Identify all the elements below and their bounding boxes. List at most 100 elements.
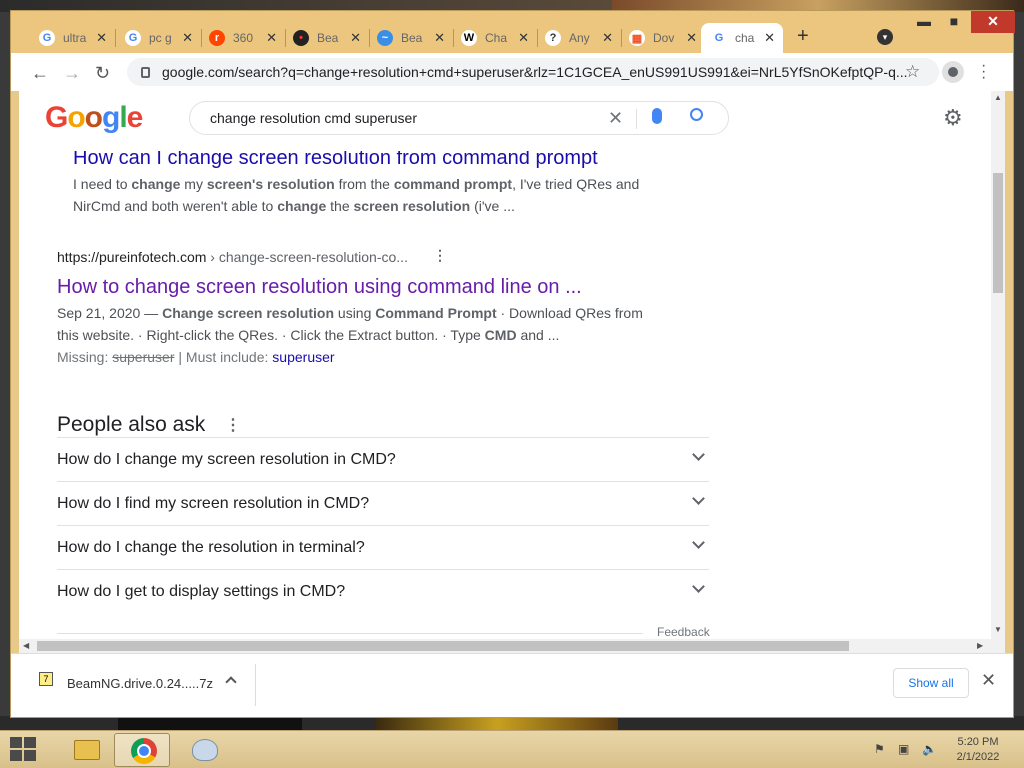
search-icon[interactable] <box>690 108 703 121</box>
paa-divider <box>57 633 643 634</box>
browser-tab[interactable]: ? Any ✕ <box>535 23 621 53</box>
tab-favicon-icon: • <box>293 30 309 46</box>
must-include-link[interactable]: superuser <box>272 349 334 365</box>
volume-icon[interactable]: 🔈 <box>922 742 937 756</box>
tab-favicon-icon: G <box>711 30 727 46</box>
download-filename[interactable]: BeamNG.drive.0.24.....7z <box>67 676 213 691</box>
bookmark-star-icon[interactable]: ☆ <box>905 62 920 82</box>
tab-favicon-icon: ? <box>545 30 561 46</box>
menu-kebab-icon[interactable]: · · · <box>981 58 986 86</box>
scroll-up-arrow[interactable]: ▲ <box>994 93 1002 102</box>
browser-tab[interactable]: r 360 ✕ <box>199 23 285 53</box>
paa-question[interactable]: How do I find my screen resolution in CM… <box>57 481 709 525</box>
result-options-icon[interactable]: ⋮ <box>433 247 447 264</box>
result-title[interactable]: How to change screen resolution using co… <box>57 276 582 299</box>
lock-icon <box>141 66 150 78</box>
chevron-down-icon[interactable] <box>692 536 705 549</box>
people-also-ask-heading: People also ask <box>57 413 206 436</box>
browser-tab[interactable]: Gpc g ✕ <box>115 23 201 53</box>
scroll-down-arrow[interactable]: ▼ <box>994 625 1002 634</box>
tab-label: Bea <box>401 31 423 45</box>
taskbar-file-explorer[interactable] <box>56 733 112 767</box>
taskbar-chrome[interactable] <box>114 733 170 767</box>
profile-avatar[interactable] <box>942 61 964 83</box>
scroll-right-arrow[interactable]: ▶ <box>977 641 983 650</box>
paa-question[interactable]: How do I get to display settings in CMD? <box>57 569 709 613</box>
show-all-button[interactable]: Show all <box>893 668 969 698</box>
result-cite[interactable]: https://pureinfotech.com › change-screen… <box>57 249 408 265</box>
result-snippet: I need to change my screen's resolution … <box>73 176 640 214</box>
address-bar[interactable]: google.com/search?q=change+resolution+cm… <box>127 58 939 86</box>
tab-close-icon[interactable]: ✕ <box>96 30 107 46</box>
archive-file-icon: 7 <box>39 672 53 686</box>
scroll-left-arrow[interactable]: ◀ <box>23 641 29 650</box>
paa-question-text: How do I change the resolution in termin… <box>57 538 365 556</box>
tab-close-icon[interactable]: ✕ <box>686 30 697 46</box>
browser-toolbar: ← → ↻ google.com/search?q=change+resolut… <box>11 53 1013 91</box>
microphone-icon[interactable] <box>652 108 662 124</box>
download-separator <box>255 664 256 706</box>
download-shelf: 7 BeamNG.drive.0.24.....7z Show all ✕ <box>11 653 1013 717</box>
start-button[interactable] <box>10 737 38 763</box>
action-center-icon[interactable]: ⚑ <box>874 742 885 756</box>
horizontal-scroll-thumb[interactable] <box>37 641 849 651</box>
reload-button[interactable]: ↻ <box>95 63 110 84</box>
chevron-down-icon[interactable] <box>692 448 705 461</box>
tab-label: Dov <box>653 31 675 45</box>
paa-question[interactable]: How do I change the resolution in termin… <box>57 525 709 569</box>
vertical-scroll-thumb[interactable] <box>993 173 1003 293</box>
network-icon[interactable]: ▣ <box>898 742 909 756</box>
desktop-image-right <box>376 716 618 730</box>
browser-tab[interactable]: • Bea ✕ <box>283 23 369 53</box>
search-input[interactable]: change resolution cmd superuser ✕ <box>189 101 729 135</box>
close-shelf-icon[interactable]: ✕ <box>981 670 996 691</box>
browser-tab[interactable]: ▦ Dov ✕ <box>619 23 705 53</box>
new-tab-button[interactable]: + <box>797 25 809 48</box>
settings-gear-icon[interactable]: ⚙ <box>943 105 963 131</box>
paa-question-text: How do I find my screen resolution in CM… <box>57 494 370 512</box>
tab-label: cha <box>735 31 755 45</box>
tab-close-icon[interactable]: ✕ <box>182 30 193 46</box>
paint-icon <box>192 739 218 761</box>
tab-label: ultra <box>63 31 87 45</box>
tab-search-icon[interactable]: ▾ <box>877 29 893 45</box>
close-window-button[interactable]: ✕ <box>971 11 1015 33</box>
chevron-up-icon[interactable] <box>225 676 237 688</box>
page-content: Google change resolution cmd superuser ✕… <box>19 91 991 639</box>
folder-icon <box>74 740 100 760</box>
paa-question-text: How do I change my screen resolution in … <box>57 450 396 468</box>
feedback-link[interactable]: Feedback <box>657 625 710 639</box>
minimize-button[interactable]: ▬ <box>909 11 939 33</box>
tab-favicon-icon: r <box>209 30 225 46</box>
google-logo[interactable]: Google <box>45 101 143 135</box>
tab-label: Any <box>569 31 590 45</box>
back-button[interactable]: ← <box>31 63 49 84</box>
tab-close-icon[interactable]: ✕ <box>350 30 361 46</box>
tab-close-icon[interactable]: ✕ <box>266 30 277 46</box>
system-clock[interactable]: 5:20 PM 2/1/2022 <box>948 735 1008 765</box>
tab-favicon-icon: G <box>125 30 141 46</box>
chrome-icon <box>131 738 157 764</box>
browser-tab[interactable]: ~ Bea ✕ <box>367 23 453 53</box>
browser-tab[interactable]: Gcha ✕ <box>701 23 783 53</box>
browser-tab[interactable]: W Cha ✕ <box>451 23 537 53</box>
maximize-button[interactable]: ■ <box>939 11 969 33</box>
tab-favicon-icon: ▦ <box>629 30 645 46</box>
missing-terms: Missing: superuser | Must include: super… <box>57 349 335 365</box>
tab-favicon-icon: G <box>39 30 55 46</box>
desktop-image-left <box>118 716 302 730</box>
forward-button[interactable]: → <box>63 63 81 84</box>
tab-close-icon[interactable]: ✕ <box>434 30 445 46</box>
browser-tab[interactable]: Gultra ✕ <box>29 23 115 53</box>
chevron-down-icon[interactable] <box>692 580 705 593</box>
tab-close-icon[interactable]: ✕ <box>602 30 613 46</box>
paa-options-icon[interactable]: ⋮ <box>225 415 241 435</box>
taskbar-paint[interactable] <box>176 733 232 767</box>
tab-close-icon[interactable]: ✕ <box>518 30 529 46</box>
paa-question[interactable]: How do I change my screen resolution in … <box>57 437 709 481</box>
chevron-down-icon[interactable] <box>692 492 705 505</box>
tab-close-icon[interactable]: ✕ <box>764 30 775 46</box>
tab-favicon-icon: ~ <box>377 30 393 46</box>
google-header: Google change resolution cmd superuser ✕… <box>19 91 991 151</box>
clear-search-icon[interactable]: ✕ <box>608 108 623 129</box>
